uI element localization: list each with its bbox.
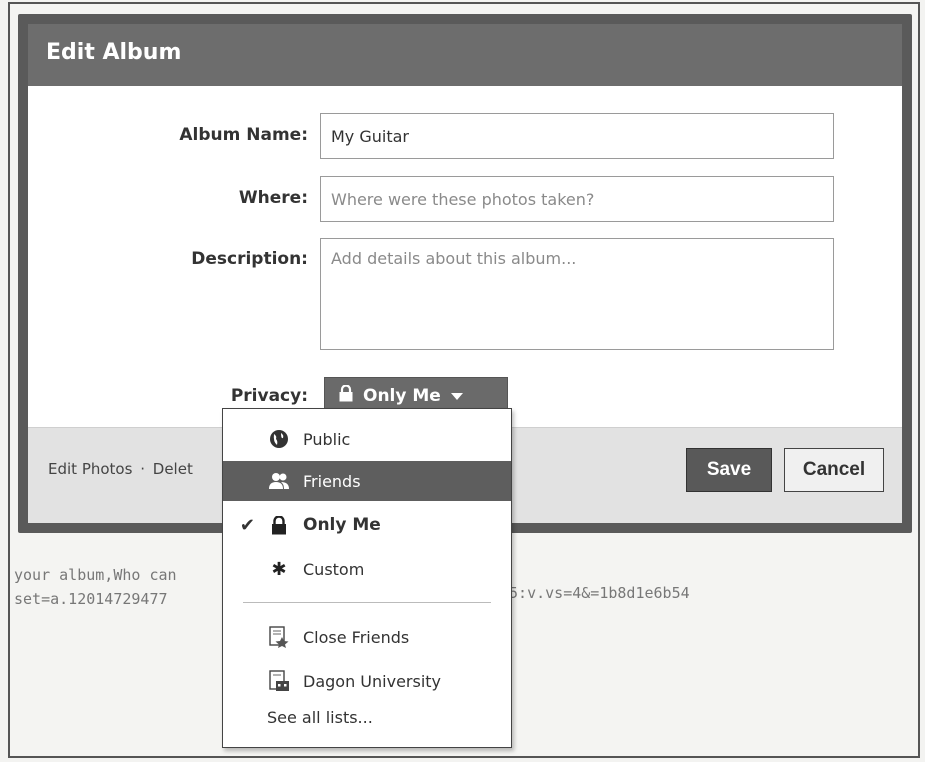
cancel-button[interactable]: Cancel <box>784 448 884 492</box>
delete-album-link[interactable]: Delet <box>153 460 193 478</box>
privacy-option-custom[interactable]: ✱ Custom <box>223 549 511 589</box>
dialog-titlebar: Edit Album <box>28 24 902 86</box>
where-input[interactable] <box>320 176 834 222</box>
lock-icon <box>339 384 353 407</box>
menu-item-label: Close Friends <box>303 627 410 647</box>
privacy-menu: Public Friends ✔ Only Me ✱ Custom Close … <box>222 408 512 748</box>
menu-item-label: Dagon University <box>303 671 442 691</box>
album-name-label: Album Name: <box>179 125 308 145</box>
album-name-input[interactable] <box>320 113 834 159</box>
privacy-option-only-me[interactable]: ✔ Only Me <box>223 505 511 545</box>
privacy-option-dagon-university[interactable]: Dagon University <box>223 661 511 701</box>
edit-photos-link[interactable]: Edit Photos <box>48 460 132 478</box>
background-text-line: your album,Who can <box>14 566 177 584</box>
description-label: Description: <box>191 249 308 269</box>
privacy-value: Only Me <box>363 386 441 406</box>
gear-icon: ✱ <box>271 558 287 580</box>
description-textarea[interactable] <box>320 238 834 350</box>
building-list-icon <box>263 670 295 692</box>
where-label: Where: <box>238 188 308 208</box>
menu-item-label: Only Me <box>303 515 381 535</box>
friends-icon <box>263 472 295 490</box>
privacy-label: Privacy: <box>230 386 308 406</box>
globe-icon <box>263 429 295 449</box>
menu-item-label: Friends <box>303 471 361 491</box>
dialog-title: Edit Album <box>46 40 182 65</box>
background-text-line: set=a.12014729477 <box>14 590 168 608</box>
privacy-option-friends[interactable]: Friends <box>223 461 511 501</box>
see-all-lists-option[interactable]: See all lists... <box>223 697 511 737</box>
link-separator: · <box>140 460 145 478</box>
privacy-option-close-friends[interactable]: Close Friends <box>223 617 511 657</box>
caret-down-icon <box>450 386 463 406</box>
background-text-line: s5:v.vs=4&=1b8d1e6b54 <box>500 584 690 602</box>
privacy-option-public[interactable]: Public <box>223 419 511 459</box>
save-button[interactable]: Save <box>686 448 772 492</box>
menu-item-label: Public <box>303 429 351 449</box>
checkmark-icon: ✔ <box>239 514 255 536</box>
menu-item-label: See all lists... <box>267 707 373 727</box>
star-list-icon <box>263 626 295 648</box>
menu-divider <box>243 602 491 603</box>
menu-item-label: Custom <box>303 559 365 579</box>
footer-links: Edit Photos · Delet <box>48 460 193 478</box>
lock-icon <box>263 515 295 535</box>
